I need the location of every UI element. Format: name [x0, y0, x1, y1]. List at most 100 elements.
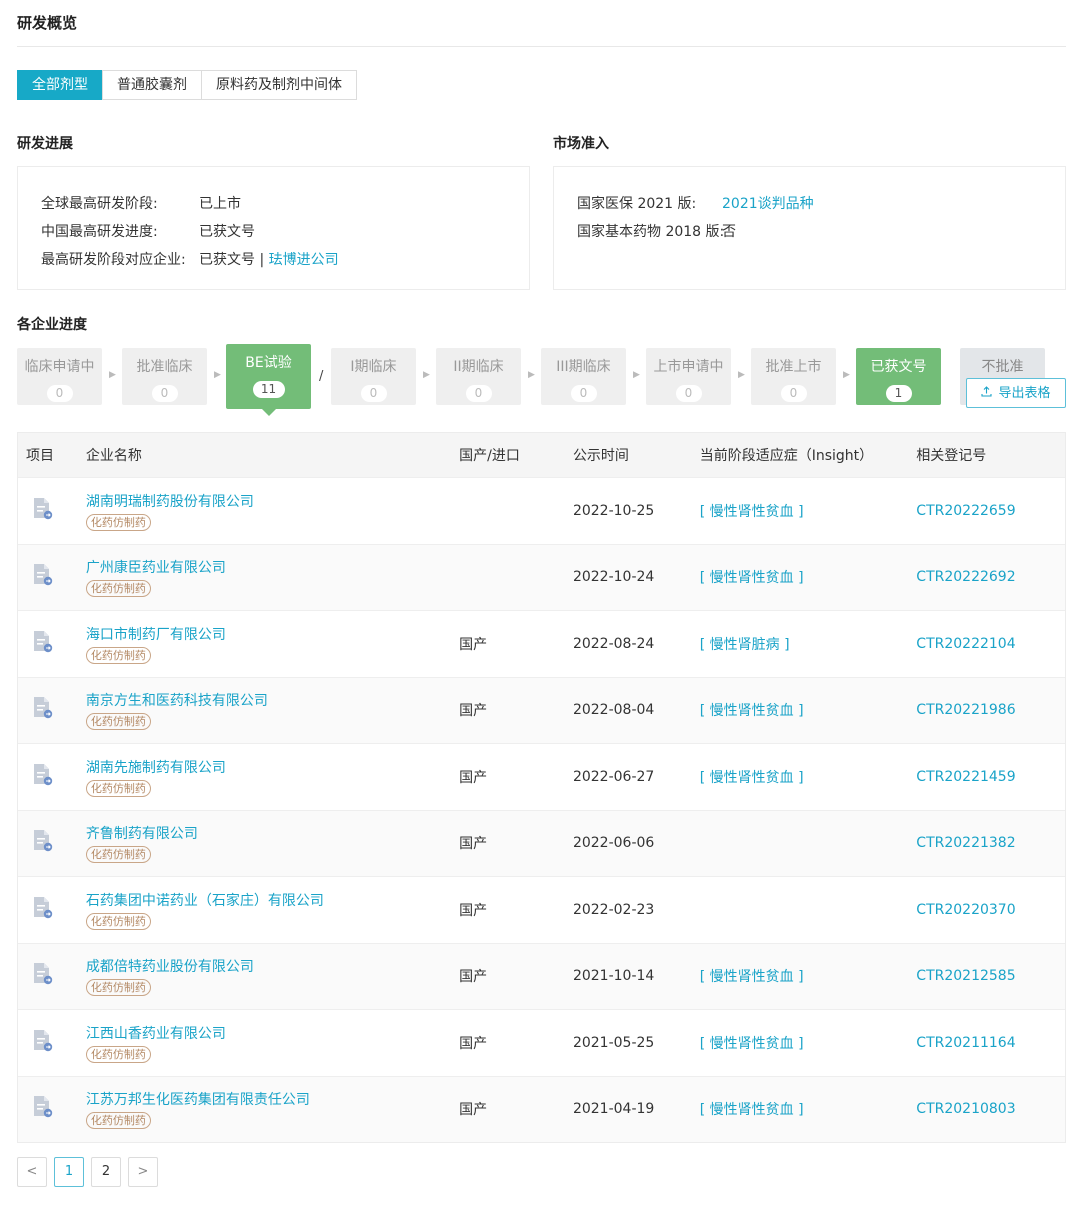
table-header: 项目 企业名称 国产/进口 公示时间 当前阶段适应症（Insight） 相关登记…: [18, 433, 1065, 477]
stage-be-trial[interactable]: BE试验 11: [226, 344, 311, 416]
indication-cell: [ 慢性肾性贫血 ]: [692, 767, 909, 787]
stage-approval-number[interactable]: 已获文号 1: [856, 348, 941, 405]
col-item: 项目: [26, 448, 54, 464]
selected-pointer-icon: [261, 409, 276, 416]
registration-number-link[interactable]: CTR20222104: [916, 636, 1015, 652]
regno-cell: CTR20212585: [908, 968, 1065, 984]
indication-link[interactable]: [ 慢性肾脏病 ]: [700, 637, 790, 653]
indication-cell: [ 慢性肾脏病 ]: [692, 634, 909, 654]
registration-number-link[interactable]: CTR20222659: [916, 503, 1015, 519]
indication-link[interactable]: [ 慢性肾性贫血 ]: [700, 1036, 804, 1052]
company-name-link[interactable]: 成都倍特药业股份有限公司: [86, 956, 451, 976]
document-icon[interactable]: [33, 829, 53, 853]
tab-all-dosage[interactable]: 全部剂型: [17, 70, 103, 100]
stage-count: 11: [252, 381, 285, 398]
company-name-link[interactable]: 湖南先施制药有限公司: [86, 757, 451, 777]
regno-cell: CTR20222659: [908, 503, 1065, 519]
company-cell: 石药集团中诺药业（石家庄）有限公司 化药仿制药: [78, 890, 451, 930]
document-icon[interactable]: [33, 1095, 53, 1119]
stage-count: 1: [885, 385, 912, 402]
tab-capsule[interactable]: 普通胶囊剂: [102, 70, 202, 100]
company-name-link[interactable]: 广州康臣药业有限公司: [86, 557, 451, 577]
indication-link[interactable]: [ 慢性肾性贫血 ]: [700, 969, 804, 985]
date-cell: 2021-05-25: [572, 1034, 655, 1051]
document-icon[interactable]: [33, 630, 53, 654]
company-link[interactable]: 珐博进公司: [269, 249, 339, 269]
origin-cell: 国产: [459, 1102, 488, 1119]
export-label: 导出表格: [998, 386, 1051, 401]
prev-page-button[interactable]: <: [17, 1157, 47, 1187]
export-table-button[interactable]: 导出表格: [966, 378, 1066, 408]
stage-market-application[interactable]: 上市申请中 0: [646, 348, 731, 405]
indication-link[interactable]: [ 慢性肾性贫血 ]: [700, 570, 804, 586]
rd-value-global: 已上市: [199, 196, 241, 212]
stage-market-approved[interactable]: 批准上市 0: [751, 348, 836, 405]
company-cell: 成都倍特药业股份有限公司 化药仿制药: [78, 956, 451, 997]
rd-value-china: 已获文号: [199, 224, 255, 240]
page-1-button[interactable]: 1: [54, 1157, 84, 1187]
company-name-link[interactable]: 江苏万邦生化医药集团有限责任公司: [86, 1089, 451, 1109]
rd-label-china: 中国最高研发进度:: [41, 224, 158, 240]
registration-number-link[interactable]: CTR20212585: [916, 968, 1015, 984]
company-cell: 海口市制药厂有限公司 化药仿制药: [78, 624, 451, 664]
document-icon[interactable]: [33, 763, 53, 787]
document-icon[interactable]: [33, 563, 53, 587]
insurance-link[interactable]: 2021谈判品种: [722, 193, 814, 213]
drug-type-tag: 化药仿制药: [85, 1112, 151, 1130]
market-access-title: 市场准入: [553, 136, 609, 152]
registration-number-link[interactable]: CTR20221459: [916, 769, 1015, 785]
stage-count: 0: [151, 385, 178, 402]
page-2-button[interactable]: 2: [91, 1157, 121, 1187]
document-icon[interactable]: [33, 1029, 53, 1053]
registration-number-link[interactable]: CTR20222692: [916, 569, 1015, 585]
company-name-link[interactable]: 石药集团中诺药业（石家庄）有限公司: [86, 890, 451, 910]
project-cell: [18, 563, 78, 591]
rd-progress-title: 研发进展: [17, 136, 73, 152]
table-row: 江西山香药业有限公司 化药仿制药 国产 2021-05-25 [ 慢性肾性贫血 ] CTR…: [18, 1009, 1065, 1076]
drug-type-tag: 化药仿制药: [85, 979, 151, 997]
col-indication: 当前阶段适应症（Insight）: [699, 448, 874, 464]
table-row: 湖南先施制药有限公司 化药仿制药 国产 2022-06-27[ 慢性肾性贫血 ] CTR…: [18, 743, 1065, 810]
stage-pipeline: 临床申请中 0 ▶ 批准临床 0 ▶ BE试验 11 / I期临床 0 ▶ II…: [17, 344, 1066, 416]
stage-label: 不批准: [981, 359, 1024, 375]
next-page-button[interactable]: >: [128, 1157, 158, 1187]
document-icon[interactable]: [33, 696, 53, 720]
pagination: < 1 2 >: [17, 1157, 165, 1187]
company-name-link[interactable]: 湖南明瑞制药股份有限公司: [86, 491, 451, 511]
col-date: 公示时间: [572, 448, 629, 464]
project-cell: [18, 1029, 78, 1057]
stage-label: II期临床: [453, 359, 504, 375]
company-name-link[interactable]: 江西山香药业有限公司: [86, 1023, 451, 1043]
regno-cell: CTR20221986: [908, 702, 1065, 718]
rd-label-global: 全球最高研发阶段:: [41, 196, 158, 212]
stage-clinical-approved[interactable]: 批准临床 0: [122, 348, 207, 405]
document-icon[interactable]: [33, 962, 53, 986]
registration-number-link[interactable]: CTR20211164: [916, 1035, 1015, 1051]
stage-clinical-application[interactable]: 临床申请中 0: [17, 348, 102, 405]
drug-type-tag: 化药仿制药: [85, 1045, 151, 1063]
chevron-right-icon: ▶: [109, 370, 116, 380]
regno-cell: CTR20221459: [908, 769, 1065, 785]
table-row: 江苏万邦生化医药集团有限责任公司 化药仿制药 国产 2021-04-19[ 慢性肾性贫…: [18, 1075, 1065, 1142]
indication-link[interactable]: [ 慢性肾性贫血 ]: [700, 504, 804, 520]
company-name-link[interactable]: 齐鲁制药有限公司: [86, 823, 451, 843]
indication-link[interactable]: [ 慢性肾性贫血 ]: [700, 1102, 804, 1118]
stage-phase-2[interactable]: II期临床 0: [436, 348, 521, 405]
origin-cell: 国产: [459, 902, 488, 919]
origin-cell: 国产: [459, 1035, 488, 1052]
document-icon[interactable]: [33, 497, 53, 521]
company-name-link[interactable]: 海口市制药厂有限公司: [86, 624, 451, 644]
document-icon[interactable]: [33, 896, 53, 920]
indication-link[interactable]: [ 慢性肾性贫血 ]: [700, 770, 804, 786]
stage-phase-3[interactable]: III期临床 0: [541, 348, 626, 405]
indication-cell: [ 慢性肾性贫血 ]: [692, 1033, 909, 1053]
stage-phase-1[interactable]: I期临床 0: [331, 348, 416, 405]
company-name-link[interactable]: 南京方生和医药科技有限公司: [86, 690, 451, 710]
registration-number-link[interactable]: CTR20221382: [916, 835, 1015, 851]
registration-number-link[interactable]: CTR20221986: [916, 702, 1015, 718]
tab-api-intermediate[interactable]: 原料药及制剂中间体: [201, 70, 357, 100]
indication-link[interactable]: [ 慢性肾性贫血 ]: [700, 703, 804, 719]
table-row: 齐鲁制药有限公司 化药仿制药 国产 2022-06-06 CTR20221382: [18, 809, 1065, 876]
registration-number-link[interactable]: CTR20210803: [916, 1101, 1015, 1117]
registration-number-link[interactable]: CTR20220370: [916, 902, 1015, 918]
